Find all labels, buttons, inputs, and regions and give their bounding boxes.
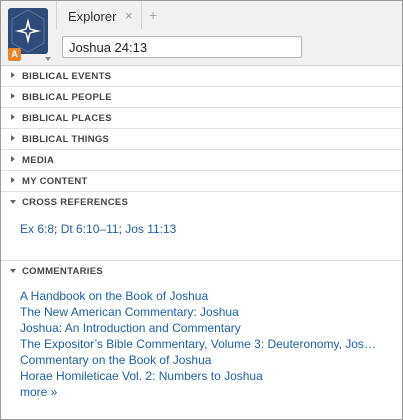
section-my-content[interactable]: MY CONTENT: [1, 171, 402, 192]
cross-reference-link[interactable]: Ex 6:8: [20, 222, 54, 236]
reference-input[interactable]: [62, 36, 302, 58]
commentary-link[interactable]: The New American Commentary: Joshua: [20, 304, 380, 320]
section-label: CROSS REFERENCES: [22, 197, 129, 208]
expand-icon: [11, 135, 15, 141]
commentary-link[interactable]: Commentary on the Book of Joshua: [20, 352, 380, 368]
expand-icon: [11, 177, 15, 183]
section-label: BIBLICAL THINGS: [22, 134, 110, 145]
commentary-link[interactable]: The Expositor’s Bible Commentary, Volume…: [20, 336, 380, 352]
section-commentaries[interactable]: COMMENTARIES: [1, 260, 402, 281]
expand-icon: [11, 156, 15, 162]
section-label: BIBLICAL EVENTS: [22, 71, 112, 82]
tab-label: Explorer: [68, 9, 117, 24]
section-label: BIBLICAL PEOPLE: [22, 92, 112, 103]
section-biblical-events[interactable]: BIBLICAL EVENTS: [1, 66, 402, 87]
section-label: BIBLICAL PLACES: [22, 113, 112, 124]
tab-explorer[interactable]: Explorer ×: [56, 1, 142, 29]
section-biblical-things[interactable]: BIBLICAL THINGS: [1, 129, 402, 150]
commentary-link[interactable]: Horae Homileticae Vol. 2: Numbers to Jos…: [20, 368, 380, 384]
commentary-link[interactable]: Joshua: An Introduction and Commentary: [20, 320, 380, 336]
collapse-icon: [10, 200, 16, 204]
commentaries-list: A Handbook on the Book of Joshua The New…: [20, 288, 380, 400]
expand-icon: [11, 93, 15, 99]
explorer-panel: A Explorer × + BIBLICAL EVENTS BIBLICAL …: [0, 0, 403, 420]
section-cross-references[interactable]: CROSS REFERENCES: [1, 192, 402, 213]
section-label: MY CONTENT: [22, 176, 88, 187]
more-link[interactable]: more »: [20, 384, 380, 400]
app-menu-caret-icon[interactable]: [45, 57, 51, 61]
collapse-icon: [10, 269, 16, 273]
add-tab-icon[interactable]: +: [149, 7, 157, 23]
section-biblical-people[interactable]: BIBLICAL PEOPLE: [1, 87, 402, 108]
separator: ;: [54, 222, 61, 236]
close-icon[interactable]: ×: [125, 9, 133, 22]
cross-reference-link[interactable]: Dt 6:10–11: [61, 222, 119, 236]
cross-references-list: Ex 6:8; Dt 6:10–11; Jos 11:13: [20, 220, 176, 238]
cross-reference-link[interactable]: Jos 11:13: [125, 222, 176, 236]
panel-header: A Explorer × +: [1, 1, 402, 66]
commentary-link[interactable]: A Handbook on the Book of Joshua: [20, 288, 380, 304]
section-biblical-places[interactable]: BIBLICAL PLACES: [1, 108, 402, 129]
section-label: MEDIA: [22, 155, 55, 166]
user-badge: A: [8, 48, 21, 61]
expand-icon: [11, 114, 15, 120]
expand-icon: [11, 72, 15, 78]
section-media[interactable]: MEDIA: [1, 150, 402, 171]
section-label: COMMENTARIES: [22, 266, 104, 277]
